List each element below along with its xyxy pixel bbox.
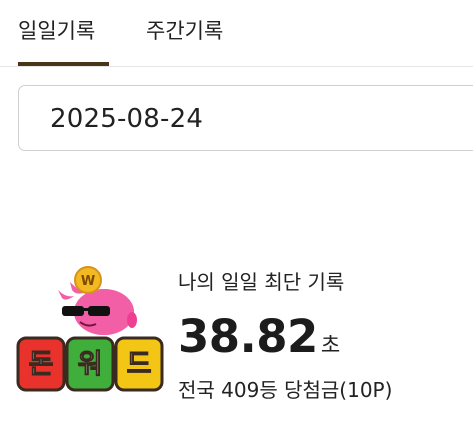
logo-block-3: 드 — [127, 349, 152, 380]
tab-daily-record[interactable]: 일일기록 — [18, 14, 95, 48]
logo-blocks: 돈 워 드 — [16, 336, 164, 392]
logo-block-1: 돈 — [29, 349, 54, 380]
donword-logo: W 돈 워 드 — [16, 266, 164, 392]
record-time-unit: 초 — [320, 333, 341, 357]
record-time: 38.82 초 — [178, 309, 340, 373]
date-value: 2025-08-24 — [50, 104, 204, 134]
record-time-value: 38.82 — [178, 310, 318, 363]
tab-bar: 일일기록 주간기록 — [0, 0, 473, 67]
active-tab-indicator — [18, 62, 109, 66]
coin-icon: W — [74, 266, 102, 294]
tab-weekly-record[interactable]: 주간기록 — [146, 14, 223, 48]
coin-letter: W — [81, 274, 95, 289]
record-rank: 전국 409등 당첨금(10P) — [178, 378, 393, 402]
record-label: 나의 일일 최단 기록 — [178, 270, 345, 294]
date-selector[interactable]: 2025-08-24 — [18, 85, 473, 151]
logo-block-2: 워 — [78, 349, 103, 380]
